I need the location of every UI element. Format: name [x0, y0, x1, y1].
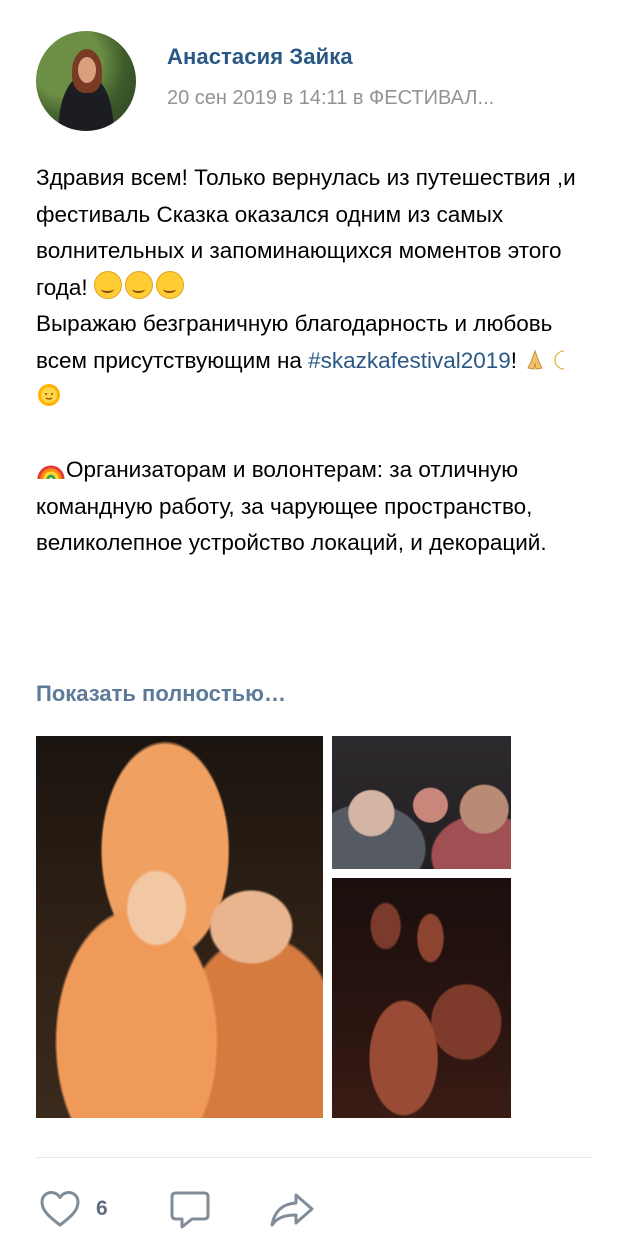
- smiling-face-icon: [93, 270, 122, 299]
- author-name[interactable]: Анастасия Зайка: [167, 44, 353, 70]
- hashtag-link[interactable]: #skazkafestival2019: [308, 348, 511, 373]
- like-count: 6: [96, 1197, 108, 1220]
- post-text-paragraph-3: Организаторам и волонтерам: за отличную …: [36, 457, 547, 555]
- exclamation: !: [510, 347, 518, 373]
- post-text: Здравия всем! Только вернулась из путеше…: [36, 160, 596, 562]
- upside-down-face-icon: [124, 270, 153, 299]
- group-photo[interactable]: [332, 736, 511, 869]
- comment-icon: [168, 1189, 212, 1231]
- share-icon: [268, 1190, 316, 1228]
- comment-button[interactable]: [168, 1189, 212, 1231]
- folded-hands-icon: [523, 348, 547, 372]
- like-button[interactable]: 6: [38, 1189, 108, 1229]
- show-more-link[interactable]: Показать полностью…: [36, 681, 286, 707]
- post-date[interactable]: 20 сен 2019 в 14:11 в ФЕСТИВАЛ...: [167, 87, 587, 110]
- hugging-face-icon: [155, 270, 184, 299]
- main-photo[interactable]: [36, 736, 323, 1118]
- rainbow-icon: [36, 457, 66, 481]
- share-button[interactable]: [268, 1190, 316, 1228]
- divider: [36, 1157, 593, 1158]
- author-avatar[interactable]: [36, 31, 136, 131]
- crescent-moon-icon: [554, 348, 578, 372]
- sun-with-face-icon: [36, 382, 62, 408]
- wall-post: Анастасия Зайка 20 сен 2019 в 14:11 в ФЕ…: [0, 0, 631, 1257]
- heart-icon: [38, 1189, 82, 1229]
- campfire-photo[interactable]: [332, 878, 511, 1118]
